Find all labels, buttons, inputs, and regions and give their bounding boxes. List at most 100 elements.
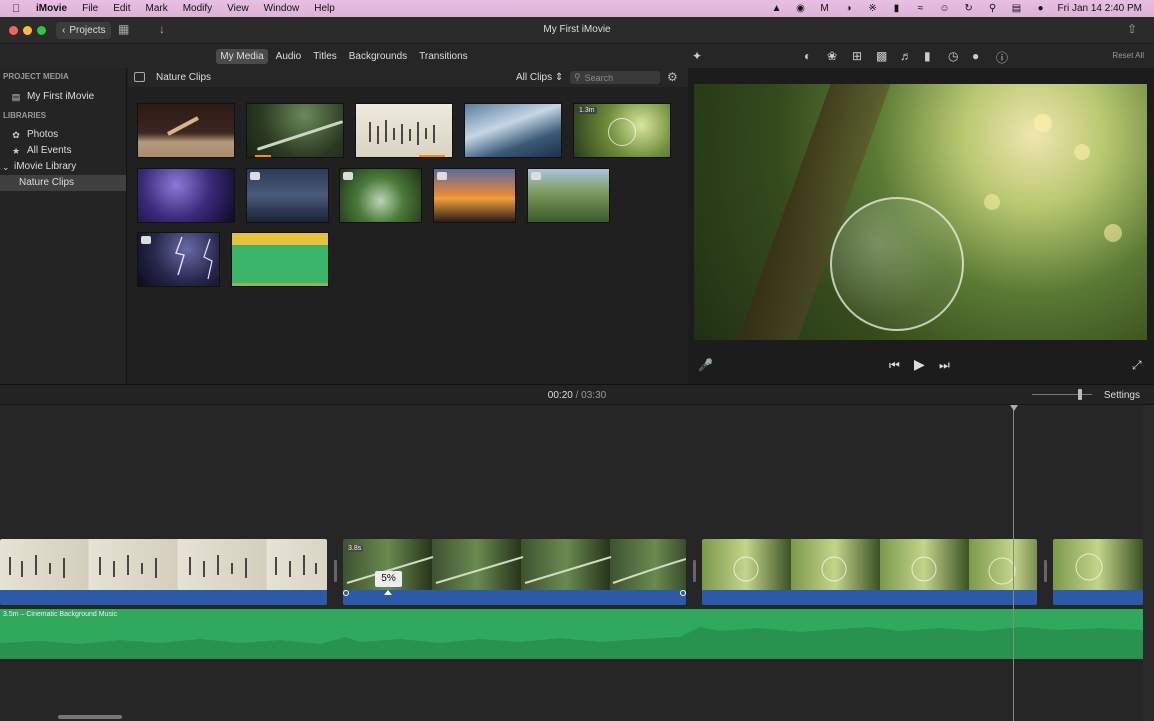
clip-thumbnail-reeds[interactable] (355, 103, 453, 158)
tab-backgrounds[interactable]: Backgrounds (345, 49, 411, 64)
window-toolbar: ‹ Projects ▦ ↓ My First iMovie ⇧ (0, 17, 1154, 44)
clip-gap-handle[interactable] (1044, 560, 1047, 582)
sidebar-item-all-events[interactable]: ★ All Events (0, 143, 126, 159)
spotlight-icon[interactable]: ⚲ (986, 3, 1000, 14)
noise-reduction-icon[interactable]: ● (972, 49, 979, 63)
apple-icon[interactable]:  (12, 3, 26, 15)
equalizer-icon[interactable]: ▮ (924, 49, 931, 63)
import-arrow-icon[interactable]: ↓ (159, 22, 165, 36)
clip-duration-badge: 1.3m (577, 107, 597, 114)
clip-thumbnail-storm-sea[interactable] (246, 168, 329, 223)
microphone-icon[interactable]: 🎤 (698, 358, 713, 372)
playhead[interactable] (1013, 405, 1014, 721)
speed-handle-right[interactable] (680, 590, 686, 596)
tab-audio[interactable]: Audio (272, 49, 306, 64)
timeline-horizontal-scrollbar[interactable] (58, 715, 122, 719)
control-center-icon[interactable]: ▤ (1010, 3, 1024, 14)
color-palette-icon[interactable]: ❀ (827, 49, 837, 63)
disclosure-down-icon: ⌄ (2, 162, 10, 172)
photo-icon (437, 172, 447, 180)
skip-back-icon[interactable]: ⏮ (889, 358, 900, 373)
volume-icon[interactable]: ♬ (900, 49, 912, 63)
menu-modify[interactable]: Modify (183, 3, 212, 14)
clip-thumbnail-water-drops[interactable] (246, 103, 344, 158)
clip-thumbnail-stream[interactable] (339, 168, 422, 223)
tab-my-media[interactable]: My Media (216, 48, 268, 64)
user-icon[interactable]: ☺ (938, 3, 952, 14)
clip-gap-handle[interactable] (693, 560, 696, 582)
clip-audio-bar (343, 590, 686, 605)
timeline-vertical-scrollbar[interactable] (1143, 405, 1154, 721)
clip-thumbnail-bubble[interactable]: 1.3m (573, 103, 671, 158)
sidebar-item-all-events-label: All Events (27, 145, 72, 156)
tab-titles[interactable]: Titles (309, 49, 341, 64)
timeline-clip-bubble[interactable] (702, 539, 1037, 605)
color-balance-icon[interactable]: ◐ (804, 49, 811, 63)
gear-icon[interactable]: ⚙ (667, 70, 678, 84)
menu-app[interactable]: iMovie (36, 3, 67, 14)
menu-file[interactable]: File (82, 3, 98, 14)
clip-thumbnail-match[interactable] (137, 103, 235, 158)
search-icon: ⚲ (574, 72, 581, 82)
minimize-window-button[interactable] (23, 26, 32, 35)
status-circle-icon[interactable]: ◉ (794, 3, 808, 14)
timeline-clip-bubble-2[interactable] (1053, 539, 1143, 605)
projects-button[interactable]: ‹ Projects (56, 22, 112, 39)
clip-thumbnail-audio[interactable] (231, 232, 329, 287)
speed-icon[interactable]: ◷ (948, 49, 958, 63)
clip-thumbnail-waves[interactable] (464, 103, 562, 158)
menu-mark[interactable]: Mark (145, 3, 167, 14)
clip-gap-handle[interactable] (334, 560, 337, 582)
search-field[interactable]: ⚲ Search (570, 71, 660, 84)
play-icon[interactable]: ▶ (914, 356, 925, 373)
vlc-icon[interactable]: ▲ (770, 3, 784, 14)
timeline-clip-reeds[interactable] (0, 539, 327, 605)
sidebar-toggle-icon[interactable] (134, 72, 145, 82)
zoom-window-button[interactable] (37, 26, 46, 35)
wifi-icon[interactable]: ≈ (914, 3, 928, 14)
siri-icon[interactable]: ● (1034, 3, 1048, 14)
menubar-clock[interactable]: Fri Jan 14 2:40 PM (1058, 3, 1142, 14)
share-icon[interactable]: ⇧ (1127, 22, 1137, 36)
photo-icon (343, 172, 353, 180)
speed-badge[interactable]: 5% (375, 571, 402, 587)
info-icon[interactable]: ⓘ (996, 49, 1008, 66)
magic-wand-icon[interactable]: ✦ (692, 49, 702, 63)
sync-icon[interactable]: ◑ (842, 3, 856, 14)
time-machine-icon[interactable]: ↻ (962, 3, 976, 14)
menu-view[interactable]: View (227, 3, 249, 14)
video-preview[interactable] (694, 84, 1147, 340)
menu-window[interactable]: Window (264, 3, 300, 14)
crop-icon[interactable]: ⊞ (852, 49, 862, 63)
close-window-button[interactable] (9, 26, 18, 35)
fullscreen-icon[interactable]: ⤢ (1132, 358, 1142, 373)
clip-thumbnail-valley[interactable] (527, 168, 610, 223)
reset-all-button[interactable]: Reset All (1112, 51, 1144, 60)
sidebar-item-nature-clips[interactable]: Nature Clips (0, 175, 126, 191)
clip-thumbnail-lightning-night[interactable] (137, 232, 220, 287)
clip-thumbnail-purple-lightning[interactable] (137, 168, 235, 223)
menu-edit[interactable]: Edit (113, 3, 130, 14)
clip-filter-dropdown[interactable]: All Clips ⇕ (516, 72, 563, 83)
browser-header: Nature Clips All Clips ⇕ ⚲ Search ⚙ (128, 68, 688, 87)
menu-help[interactable]: Help (314, 3, 335, 14)
bluetooth-icon[interactable]: ※ (866, 3, 880, 14)
battery-icon[interactable]: ▮ (890, 3, 904, 14)
media-import-icon[interactable]: ▦ (118, 22, 129, 36)
sidebar-item-project[interactable]: ▤ My First iMovie (0, 89, 126, 105)
malwarebytes-icon[interactable]: M (818, 3, 832, 14)
sidebar-item-library[interactable]: ⌄ iMovie Library (0, 159, 126, 175)
timeline-settings-button[interactable]: Settings (1104, 390, 1140, 401)
zoom-slider-thumb[interactable] (1078, 389, 1082, 400)
clip-thumbnail-sunset[interactable] (433, 168, 516, 223)
speed-marker-icon[interactable] (384, 590, 392, 595)
skip-forward-icon[interactable]: ⏭ (939, 358, 950, 373)
stabilization-icon[interactable]: ▩ (876, 49, 887, 63)
sidebar-item-photos[interactable]: ✿ Photos (0, 127, 126, 143)
playhead-knob[interactable] (1010, 405, 1018, 411)
tab-transitions[interactable]: Transitions (415, 49, 472, 64)
browser-tabs: My Media Audio Titles Backgrounds Transi… (0, 44, 688, 68)
music-track[interactable]: 3.5m – Cinematic Background Music (0, 609, 1143, 659)
speed-handle-left[interactable] (343, 590, 349, 596)
zoom-slider-track[interactable] (1032, 394, 1092, 395)
